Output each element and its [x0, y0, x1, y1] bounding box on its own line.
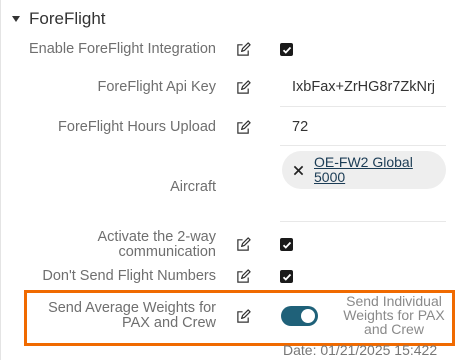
- two-way-label: Activate the 2-way communication: [20, 230, 216, 260]
- checkmark-icon: [282, 241, 291, 249]
- aircraft-chip-link[interactable]: OE-FW2 Global 5000: [314, 155, 413, 185]
- flight-numbers-label: Don't Send Flight Numbers: [42, 268, 216, 284]
- edit-icon[interactable]: [236, 42, 251, 57]
- hours-upload-label: ForeFlight Hours Upload: [58, 119, 216, 135]
- aircraft-chip-line1: OE-FW2 Global: [314, 154, 413, 170]
- aircraft-label: Aircraft: [170, 179, 216, 195]
- edit-icon[interactable]: [236, 80, 251, 95]
- hours-upload-value[interactable]: 72: [292, 119, 308, 135]
- edit-icon[interactable]: [236, 309, 251, 324]
- divider: [280, 145, 446, 146]
- edit-icon[interactable]: [236, 237, 251, 252]
- divider: [280, 221, 446, 222]
- checkmark-icon: [282, 46, 291, 54]
- toggle-knob: [301, 309, 315, 323]
- two-way-label-line1: Activate the 2-way: [97, 229, 216, 245]
- weights-label: Send Average Weights for PAX and Crew: [20, 301, 216, 331]
- edit-icon[interactable]: [236, 269, 251, 284]
- close-icon[interactable]: [293, 165, 304, 176]
- two-way-label-line2: communication: [118, 244, 216, 260]
- api-key-value[interactable]: IxbFax+ZrHG8r7ZkNrjF: [292, 79, 435, 95]
- edit-icon[interactable]: [236, 120, 251, 135]
- caret-down-icon: [12, 16, 20, 22]
- enable-integration-checkbox[interactable]: [280, 43, 293, 56]
- toggle-label-line3: and Crew: [364, 321, 424, 337]
- checkmark-icon: [282, 273, 291, 281]
- divider: [280, 106, 446, 107]
- two-way-checkbox[interactable]: [280, 238, 293, 251]
- weights-label-line1: Send Average Weights for: [48, 300, 216, 316]
- api-key-label: ForeFlight Api Key: [97, 79, 216, 95]
- aircraft-chip-line2: 5000: [314, 169, 346, 185]
- weights-toggle[interactable]: [281, 306, 318, 326]
- enable-integration-label: Enable ForeFlight Integration: [29, 41, 216, 57]
- section-header-foreflight[interactable]: ForeFlight: [12, 6, 106, 32]
- aircraft-chip: OE-FW2 Global 5000: [282, 151, 446, 189]
- section-title: ForeFlight: [29, 9, 106, 28]
- flight-numbers-checkbox[interactable]: [280, 270, 293, 283]
- panel-left-border: [0, 0, 1, 360]
- weights-label-line2: PAX and Crew: [121, 315, 216, 331]
- date-text: Date: 01/21/2025 15:422: [283, 342, 438, 358]
- weights-toggle-label: Send Individual Weights for PAX and Crew: [338, 294, 450, 336]
